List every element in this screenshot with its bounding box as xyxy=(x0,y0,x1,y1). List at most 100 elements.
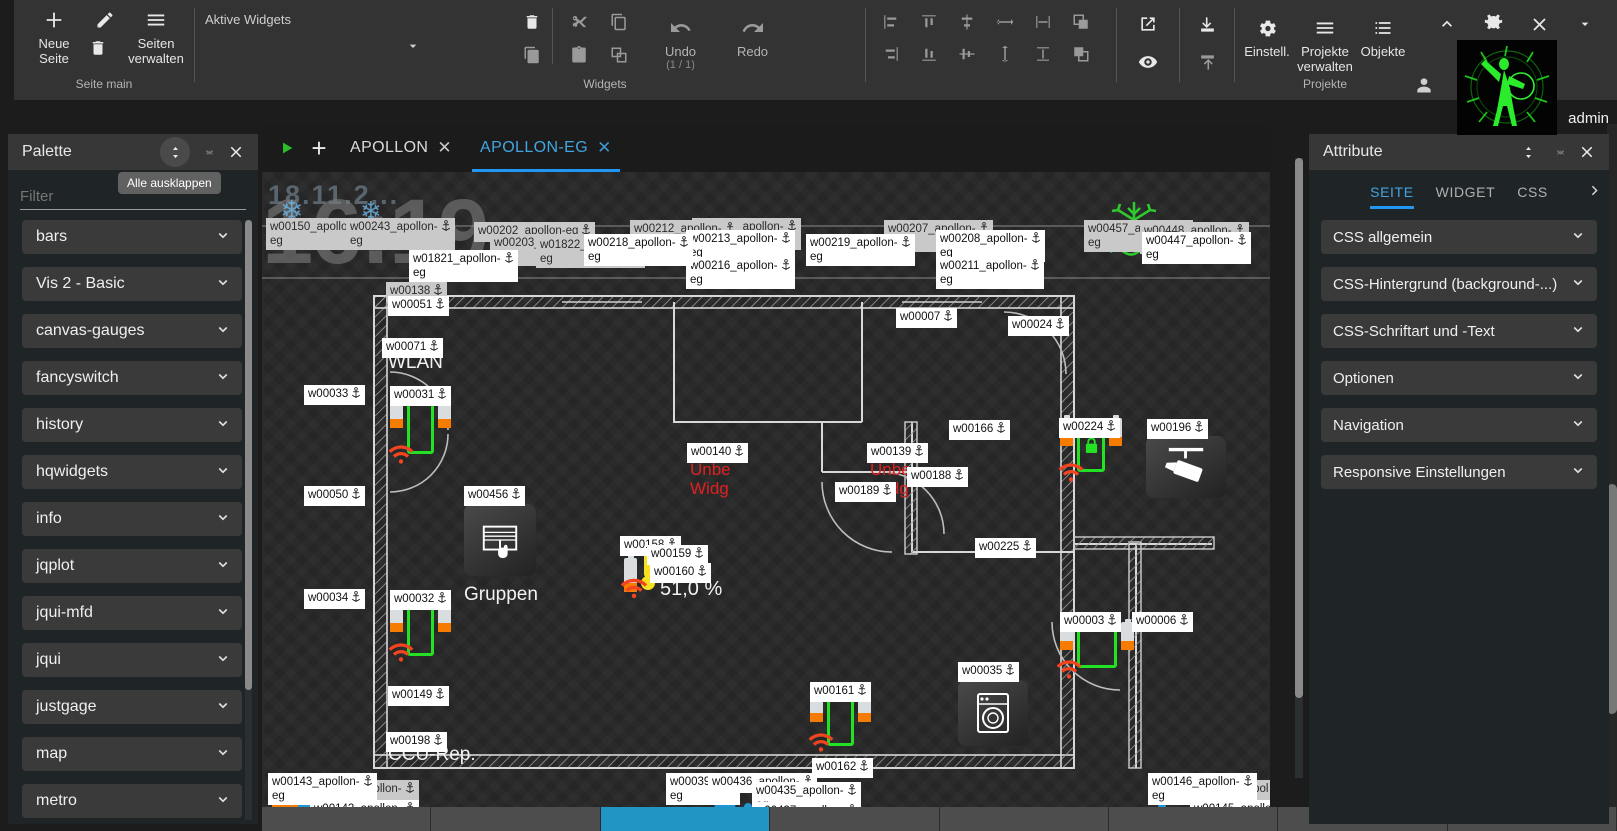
widget-name-chip[interactable]: w00188 xyxy=(907,467,969,487)
ungroup-widgets-icon[interactable] xyxy=(1067,40,1095,68)
taskbar-segment[interactable] xyxy=(939,807,1109,831)
palette-item-justgage[interactable]: justgage xyxy=(22,690,242,724)
tab-seite[interactable]: SEITE xyxy=(1370,175,1415,209)
paste-button[interactable] xyxy=(565,41,593,69)
widget-name-chip[interactable]: w00035 xyxy=(958,662,1020,682)
open-external-icon[interactable] xyxy=(1134,10,1162,38)
gruppen-widget[interactable] xyxy=(464,504,536,576)
taskbar-segment[interactable] xyxy=(770,807,940,831)
import-icon[interactable] xyxy=(1193,10,1221,38)
delete-widget-button[interactable] xyxy=(518,8,546,36)
widget-name-chip[interactable]: w00447_apollon-eg xyxy=(1142,232,1251,264)
widget-name-chip[interactable]: w00071 xyxy=(382,338,444,358)
palette-item-jqplot[interactable]: jqplot xyxy=(22,549,242,583)
copy-button[interactable] xyxy=(605,8,633,36)
export-icon[interactable] xyxy=(1193,48,1221,76)
align-center-vertical-icon[interactable] xyxy=(953,40,981,68)
widget-name-chip[interactable]: w00140 xyxy=(687,443,749,463)
attr-section-optionen[interactable]: Optionen xyxy=(1321,361,1597,395)
delete-page-button[interactable] xyxy=(86,36,110,60)
widget-name-chip[interactable]: w00160 xyxy=(650,563,712,583)
palette-scrollbar-thumb[interactable] xyxy=(245,220,252,690)
manage-pages-button[interactable]: Seiten verwalten xyxy=(127,0,185,66)
widget-name-chip[interactable]: w00198 xyxy=(386,732,448,752)
widget-name-chip[interactable]: w00218_apollon-eg xyxy=(584,234,693,266)
widget-name-chip[interactable]: w00219_apollon-eg xyxy=(806,234,915,266)
palette-collapse-button[interactable] xyxy=(196,139,222,165)
view-stage[interactable]: 18.11.2... 16:19 ❄ ❄ xyxy=(262,172,1270,831)
paste-special-button[interactable] xyxy=(605,41,633,69)
height-equal-icon[interactable] xyxy=(1029,40,1057,68)
align-bottom-icon[interactable] xyxy=(915,40,943,68)
group-widgets-icon[interactable] xyxy=(1067,8,1095,36)
attr-section-navigation[interactable]: Navigation xyxy=(1321,408,1597,442)
widget-name-chip[interactable]: w00032 xyxy=(390,590,452,610)
palette-item-info[interactable]: info xyxy=(22,502,242,536)
widget-name-chip[interactable]: w00456 xyxy=(464,486,526,506)
palette-item-canvas-gauges[interactable]: canvas-gauges xyxy=(22,314,242,348)
attr-section-css-hintergrund[interactable]: CSS-Hintergrund (background-...) xyxy=(1321,267,1597,301)
widget-name-chip[interactable]: w00189 xyxy=(835,482,897,502)
align-right-icon[interactable] xyxy=(877,40,905,68)
new-page-button[interactable]: Neue Seite xyxy=(25,0,83,66)
settings-button[interactable]: Einstell. xyxy=(1238,8,1296,74)
attribute-scrollbar-thumb[interactable] xyxy=(1295,158,1303,698)
palette-item-bars[interactable]: bars xyxy=(22,220,242,254)
widget-name-chip[interactable]: w00224 xyxy=(1059,418,1121,438)
width-equal-icon[interactable] xyxy=(1029,8,1057,36)
attr-section-responsive[interactable]: Responsive Einstellungen xyxy=(1321,455,1597,489)
widget-name-chip[interactable]: w00243_apollon-eg xyxy=(346,218,455,250)
undo-button[interactable]: Undo (1 / 1) xyxy=(645,8,717,71)
tab-widget[interactable]: WIDGET xyxy=(1436,175,1496,209)
palette-item-jqui[interactable]: jqui xyxy=(22,643,242,677)
widget-name-chip[interactable]: w00161 xyxy=(810,682,872,702)
widget-name-chip[interactable]: w00162 xyxy=(812,758,874,778)
avatar[interactable] xyxy=(1457,40,1557,135)
widget-name-chip[interactable]: w00024 xyxy=(1008,316,1070,336)
palette-item-jqui-mfd[interactable]: jqui-mfd xyxy=(22,596,242,630)
taskbar-segment[interactable] xyxy=(262,807,432,831)
taskbar-segment[interactable] xyxy=(431,807,601,831)
tab-apollon[interactable]: APOLLON ✕ xyxy=(336,124,466,172)
widget-name-chip[interactable]: w00139 xyxy=(867,443,929,463)
redo-button[interactable]: Redo xyxy=(717,8,789,71)
chevron-up-icon[interactable] xyxy=(1433,10,1461,38)
palette-item-metro[interactable]: metro xyxy=(22,784,242,818)
palette-close-button[interactable] xyxy=(222,138,250,166)
attribute-resize-button[interactable] xyxy=(1515,139,1541,165)
align-left-icon[interactable] xyxy=(877,8,905,36)
duplicate-widget-button[interactable] xyxy=(518,41,546,69)
taskbar-segment[interactable] xyxy=(1108,807,1279,831)
widget-name-chip[interactable]: w00149 xyxy=(388,686,450,706)
align-center-horizontal-icon[interactable] xyxy=(953,8,981,36)
add-view-button[interactable]: + xyxy=(302,131,336,165)
close-icon[interactable]: ✕ xyxy=(437,138,452,158)
widget-name-chip[interactable]: w00031 xyxy=(390,386,452,406)
widget-name-chip[interactable]: w00166 xyxy=(949,420,1011,440)
attribute-close-button[interactable] xyxy=(1573,138,1601,166)
run-project-button[interactable] xyxy=(272,133,302,163)
widget-name-chip[interactable]: w01821_apollon-eg xyxy=(409,250,518,282)
widget-name-chip[interactable]: w00225 xyxy=(975,538,1037,558)
align-top-icon[interactable] xyxy=(915,8,943,36)
distribute-vertical-icon[interactable] xyxy=(991,40,1019,68)
widget-name-chip[interactable]: w00050 xyxy=(304,486,366,506)
widget-name-chip[interactable]: w00003 xyxy=(1060,612,1122,632)
widget-name-chip[interactable]: w00033 xyxy=(304,385,366,405)
widget-name-chip[interactable]: w00051 xyxy=(388,296,450,316)
close-icon[interactable]: ✕ xyxy=(597,138,612,158)
widget-name-chip[interactable]: w00216_apollon-eg xyxy=(686,257,795,289)
preview-eye-icon[interactable] xyxy=(1134,48,1162,76)
tab-apollon-eg[interactable]: APOLLON-EG ✕ xyxy=(466,124,626,172)
attr-section-css-allgemein[interactable]: CSS allgemein xyxy=(1321,220,1597,254)
objects-button[interactable]: Objekte xyxy=(1354,8,1412,74)
palette-item-fancyswitch[interactable]: fancyswitch xyxy=(22,361,242,395)
distribute-horizontal-icon[interactable] xyxy=(991,8,1019,36)
widget-name-chip[interactable]: w00006 xyxy=(1132,612,1194,632)
tabs-scroll-right-button[interactable] xyxy=(1586,182,1603,204)
widget-name-chip[interactable]: w00211_apollon-eg xyxy=(936,257,1044,289)
palette-item-hqwidgets[interactable]: hqwidgets xyxy=(22,455,242,489)
widget-name-chip[interactable]: w00007 xyxy=(896,308,958,328)
manage-projects-button[interactable]: Projekte verwalten xyxy=(1296,8,1354,74)
palette-item-history[interactable]: history xyxy=(22,408,242,442)
